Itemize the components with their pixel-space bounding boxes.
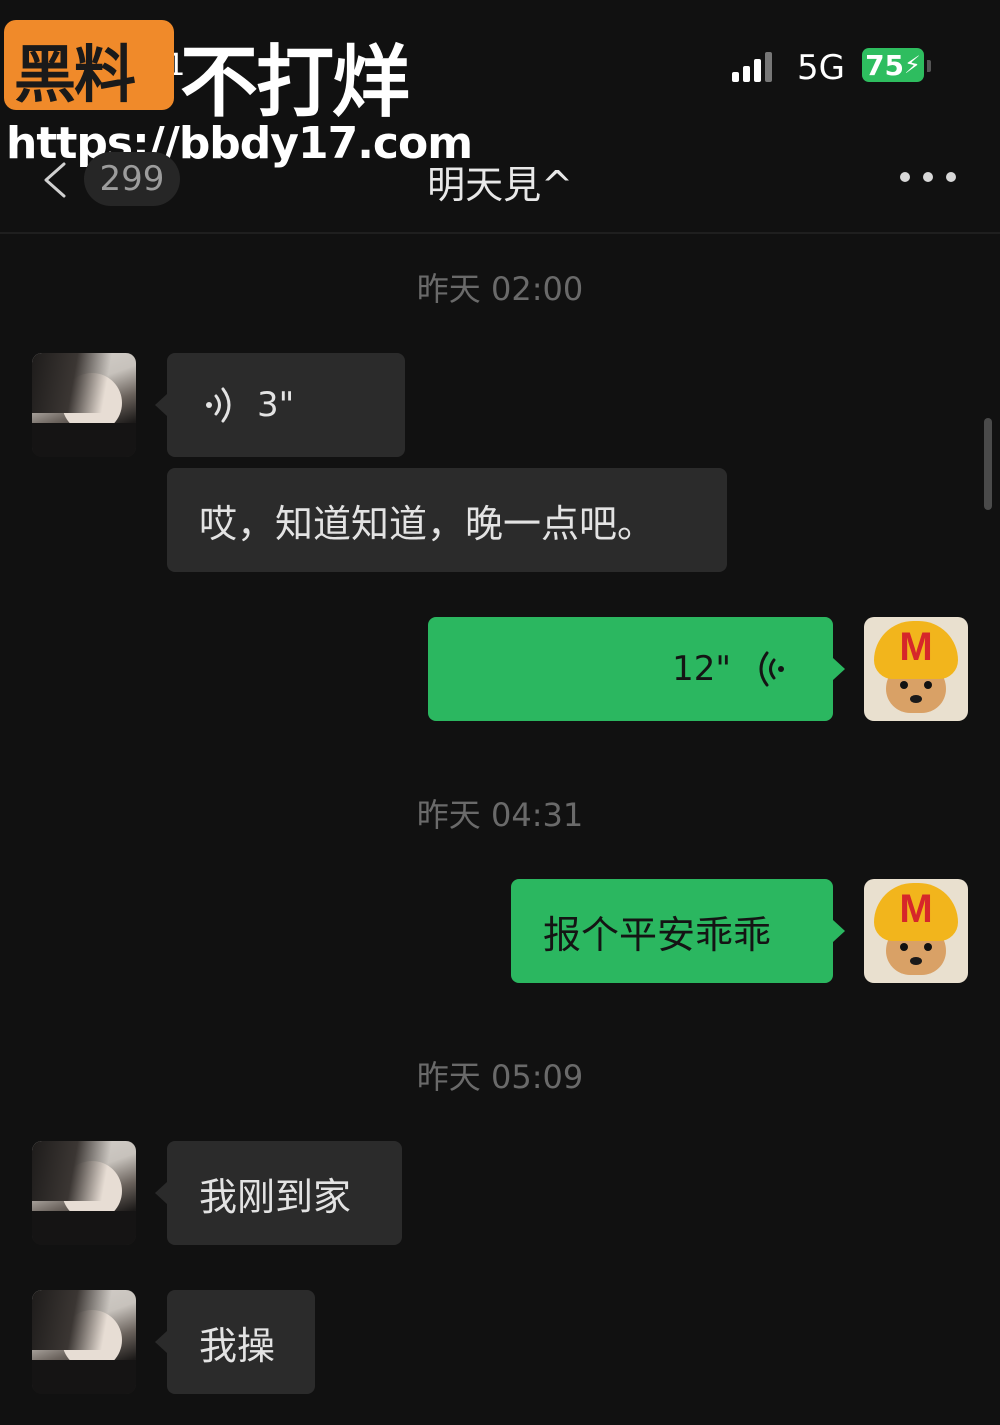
user-avatar[interactable]: M — [864, 879, 968, 983]
battery-indicator: 75 ⚡ — [862, 48, 924, 82]
watermark-title: 不打烊 — [180, 38, 410, 128]
unread-count-badge[interactable]: 299 — [84, 152, 180, 206]
bubble-tail — [833, 658, 845, 680]
chat-timestamp: 昨天 04:31 — [416, 796, 584, 834]
scrollbar[interactable] — [984, 418, 992, 510]
network-type: 5G — [797, 48, 845, 88]
battery-level: 75 — [865, 48, 905, 82]
bubble-tail — [155, 1182, 167, 1204]
back-chevron-icon[interactable] — [40, 160, 70, 200]
contact-avatar[interactable] — [32, 353, 136, 457]
user-avatar[interactable]: M — [864, 617, 968, 721]
text-message-received[interactable]: 我刚到家 — [167, 1141, 402, 1245]
text-message-received[interactable]: 我操 — [167, 1290, 315, 1394]
chat-timestamp: 昨天 02:00 — [416, 270, 584, 308]
voice-duration: 3" — [257, 385, 295, 425]
battery-tip-icon — [927, 60, 931, 72]
voice-wave-icon — [206, 387, 231, 423]
bubble-tail — [155, 394, 167, 416]
message-text: 我操 — [199, 1323, 276, 1368]
contact-avatar[interactable] — [32, 1290, 136, 1394]
chat-timestamp: 昨天 05:09 — [416, 1058, 584, 1096]
voice-message-received[interactable]: 3" — [167, 353, 405, 457]
more-options-icon[interactable] — [900, 170, 956, 184]
bubble-tail — [155, 1331, 167, 1353]
message-text: 我刚到家 — [199, 1174, 352, 1219]
contact-avatar[interactable] — [32, 1141, 136, 1245]
watermark-logo: 黑料 — [14, 38, 136, 111]
message-text: 报个平安乖乖 — [543, 912, 772, 957]
message-text: 哎，知道知道，晚一点吧。 — [199, 501, 656, 546]
chat-title: 明天見^ — [427, 163, 573, 207]
text-message-sent[interactable]: 报个平安乖乖 — [511, 879, 833, 983]
signal-icon — [732, 52, 772, 82]
charging-icon: ⚡ — [904, 51, 921, 79]
voice-message-sent[interactable]: 12" — [428, 617, 833, 721]
voice-wave-icon — [759, 651, 784, 687]
bubble-tail — [833, 920, 845, 942]
voice-duration: 12" — [672, 649, 731, 689]
text-message-received[interactable]: 哎，知道知道，晚一点吧。 — [167, 468, 727, 572]
header-divider — [0, 232, 1000, 234]
